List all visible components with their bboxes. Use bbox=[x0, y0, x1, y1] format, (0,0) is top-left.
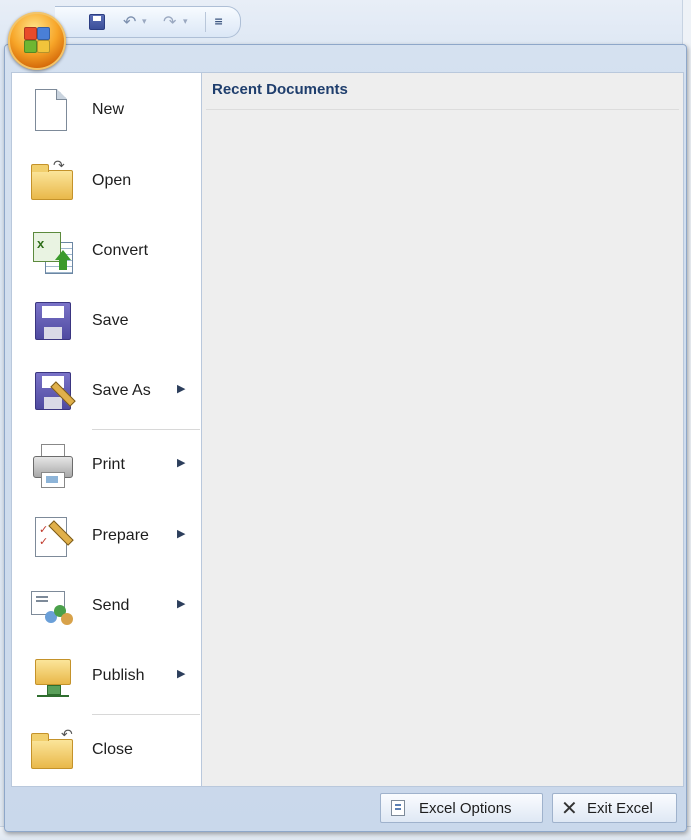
excel-options-button[interactable]: Excel Options bbox=[380, 793, 543, 823]
excel-options-label: Excel Options bbox=[419, 800, 512, 817]
office-button[interactable] bbox=[8, 12, 66, 70]
menu-item-label: Convert bbox=[92, 242, 149, 259]
open-folder-icon: ↷ bbox=[29, 158, 75, 204]
office-menu: New ↷ Open x Convert Save Save As ▶ Prin… bbox=[4, 44, 687, 832]
quick-access-toolbar: ↶ ▾ ↷ ▾ ≡ bbox=[55, 6, 241, 38]
menu-item-label: Save bbox=[92, 312, 129, 329]
submenu-arrow-icon: ▶ bbox=[177, 382, 186, 395]
exit-excel-label: Exit Excel bbox=[587, 800, 653, 817]
office-logo-icon bbox=[24, 27, 50, 53]
submenu-arrow-icon: ▶ bbox=[177, 597, 186, 610]
menu-item-send[interactable]: Send ▶ bbox=[12, 575, 201, 639]
send-icon bbox=[29, 583, 75, 629]
menu-item-close[interactable]: ↶ Close bbox=[12, 719, 201, 783]
save-disk-icon bbox=[29, 298, 75, 344]
printer-icon bbox=[29, 442, 75, 488]
toolbar-separator bbox=[205, 12, 206, 32]
submenu-arrow-icon: ▶ bbox=[177, 667, 186, 680]
new-document-icon bbox=[29, 87, 75, 133]
command-list: New ↷ Open x Convert Save Save As ▶ Prin… bbox=[11, 72, 201, 787]
undo-dropdown-icon[interactable]: ▾ bbox=[142, 14, 150, 30]
menu-item-label: Publish bbox=[92, 667, 145, 684]
undo-icon[interactable]: ↶ bbox=[123, 14, 139, 30]
menu-item-prepare[interactable]: ✓ ✓ Prepare ▶ bbox=[12, 505, 201, 569]
menu-item-label: Save As bbox=[92, 382, 151, 399]
save-icon[interactable] bbox=[89, 14, 105, 30]
recent-documents-divider bbox=[206, 109, 679, 110]
menu-item-label: Print bbox=[92, 456, 125, 473]
menu-item-print[interactable]: Print ▶ bbox=[12, 434, 201, 498]
redo-dropdown-icon[interactable]: ▾ bbox=[183, 14, 191, 30]
menu-item-label: Close bbox=[92, 741, 133, 758]
close-icon: ✕ bbox=[561, 798, 578, 820]
recent-documents-panel: Recent Documents bbox=[201, 72, 684, 787]
submenu-arrow-icon: ▶ bbox=[177, 527, 186, 540]
menu-item-convert[interactable]: x Convert bbox=[12, 220, 201, 284]
exit-excel-button[interactable]: ✕ Exit Excel bbox=[552, 793, 677, 823]
menu-item-new[interactable]: New bbox=[12, 79, 201, 143]
menu-item-save[interactable]: Save bbox=[12, 290, 201, 354]
menu-item-publish[interactable]: Publish ▶ bbox=[12, 645, 201, 709]
recent-documents-title: Recent Documents bbox=[212, 81, 348, 98]
publish-icon bbox=[29, 653, 75, 699]
menu-item-save-as[interactable]: Save As ▶ bbox=[12, 360, 201, 424]
options-icon bbox=[391, 800, 405, 816]
convert-icon: x bbox=[29, 228, 75, 274]
submenu-arrow-icon: ▶ bbox=[177, 456, 186, 469]
menu-divider bbox=[92, 429, 200, 430]
save-as-icon bbox=[29, 368, 76, 414]
menu-item-label: Open bbox=[92, 172, 132, 189]
menu-divider bbox=[92, 714, 200, 715]
close-folder-icon: ↶ bbox=[29, 727, 75, 773]
redo-icon[interactable]: ↷ bbox=[163, 14, 179, 30]
prepare-icon: ✓ ✓ bbox=[29, 513, 75, 559]
menu-item-label: New bbox=[92, 101, 125, 118]
customize-toolbar-icon[interactable]: ≡ bbox=[214, 14, 226, 30]
menu-item-label: Prepare bbox=[92, 527, 149, 544]
menu-item-open[interactable]: ↷ Open bbox=[12, 150, 201, 214]
menu-item-label: Send bbox=[92, 597, 130, 614]
